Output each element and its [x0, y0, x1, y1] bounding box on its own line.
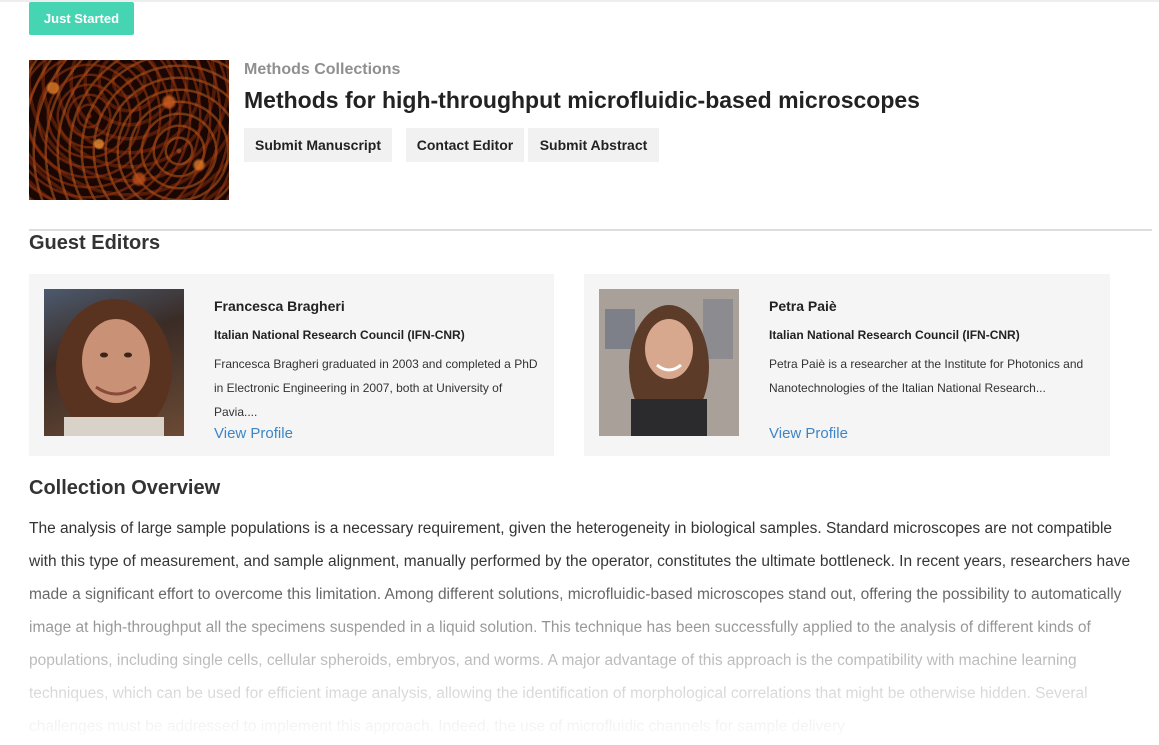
editor-card: Francesca Bragheri Italian National Rese… — [29, 274, 554, 456]
collection-type-label: Methods Collections — [244, 61, 401, 78]
top-divider — [0, 0, 1159, 2]
editor-name: Petra Paiè — [769, 298, 837, 314]
page-title: Methods for high-throughput microfluidic… — [244, 87, 920, 113]
section-divider — [29, 229, 1152, 231]
view-profile-link[interactable]: View Profile — [769, 425, 848, 442]
submit-abstract-button[interactable]: Submit Abstract — [528, 128, 659, 162]
portrait-image — [56, 299, 172, 436]
collection-cover-image — [29, 60, 229, 200]
status-badge: Just Started — [29, 2, 134, 35]
submit-manuscript-button[interactable]: Submit Manuscript — [244, 128, 392, 162]
editor-photo — [599, 289, 739, 436]
editor-bio: Petra Paiè is a researcher at the Instit… — [769, 357, 1084, 395]
collection-overview-heading: Collection Overview — [29, 477, 221, 499]
view-profile-link[interactable]: View Profile — [214, 425, 293, 442]
editor-card: Petra Paiè Italian National Research Cou… — [584, 274, 1110, 456]
collection-overview-text: The analysis of large sample populations… — [29, 520, 1131, 735]
editor-photo — [44, 289, 184, 436]
editor-bio: Francesca Bragheri graduated in 2003 and… — [214, 357, 538, 419]
contact-editor-button[interactable]: Contact Editor — [406, 128, 524, 162]
editor-affiliation: Italian National Research Council (IFN-C… — [214, 328, 465, 342]
editor-name: Francesca Bragheri — [214, 298, 345, 314]
editor-affiliation: Italian National Research Council (IFN-C… — [769, 328, 1020, 342]
guest-editors-heading: Guest Editors — [29, 232, 161, 254]
portrait-image — [599, 289, 739, 436]
